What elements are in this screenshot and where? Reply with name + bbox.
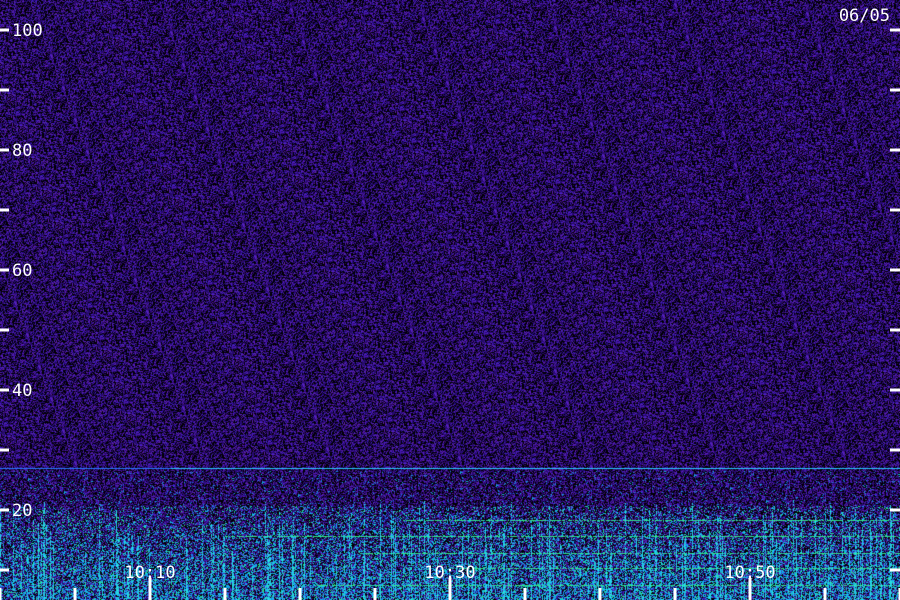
x-tick-label: 10:30 (424, 563, 475, 583)
y-tick-label: 40 (12, 381, 32, 401)
y-tick-left (0, 88, 9, 92)
y-tick-label: 80 (12, 141, 32, 161)
y-tick-right (890, 148, 900, 152)
x-tick-minor (73, 588, 77, 600)
y-tick-left (0, 328, 9, 332)
y-tick-right (890, 568, 900, 572)
x-tick-minor (598, 588, 602, 600)
y-tick-right (890, 268, 900, 272)
y-tick-left (0, 208, 9, 212)
y-tick-left (0, 508, 9, 512)
x-tick-minor (523, 588, 527, 600)
x-tick-minor (823, 588, 827, 600)
y-tick-label: 60 (12, 261, 32, 281)
y-tick-right (890, 508, 900, 512)
spectrogram-chart: 20 40 60 80 100 10:10 10:30 10:50 06/05 (0, 0, 900, 600)
y-tick-left (0, 568, 9, 572)
y-tick-right (890, 88, 900, 92)
y-tick-left (0, 148, 9, 152)
x-tick-minor (0, 588, 2, 600)
x-tick-minor (298, 588, 302, 600)
x-tick-label: 10:50 (724, 563, 775, 583)
y-tick-left (0, 388, 9, 392)
y-tick-right (890, 328, 900, 332)
x-tick-minor (673, 588, 677, 600)
y-tick-left (0, 448, 9, 452)
y-tick-right (890, 448, 900, 452)
y-tick-label: 100 (12, 21, 43, 41)
y-tick-left (0, 28, 9, 32)
y-tick-label: 20 (12, 501, 32, 521)
chart-axes: 20 40 60 80 100 10:10 10:30 10:50 (0, 21, 900, 600)
x-tick-label: 10:10 (124, 563, 175, 583)
y-tick-right (890, 28, 900, 32)
y-tick-left (0, 268, 9, 272)
date-label: 06/05 (838, 6, 890, 26)
x-tick-minor (373, 588, 377, 600)
y-tick-right (890, 388, 900, 392)
x-tick-minor (223, 588, 227, 600)
y-tick-right (890, 208, 900, 212)
